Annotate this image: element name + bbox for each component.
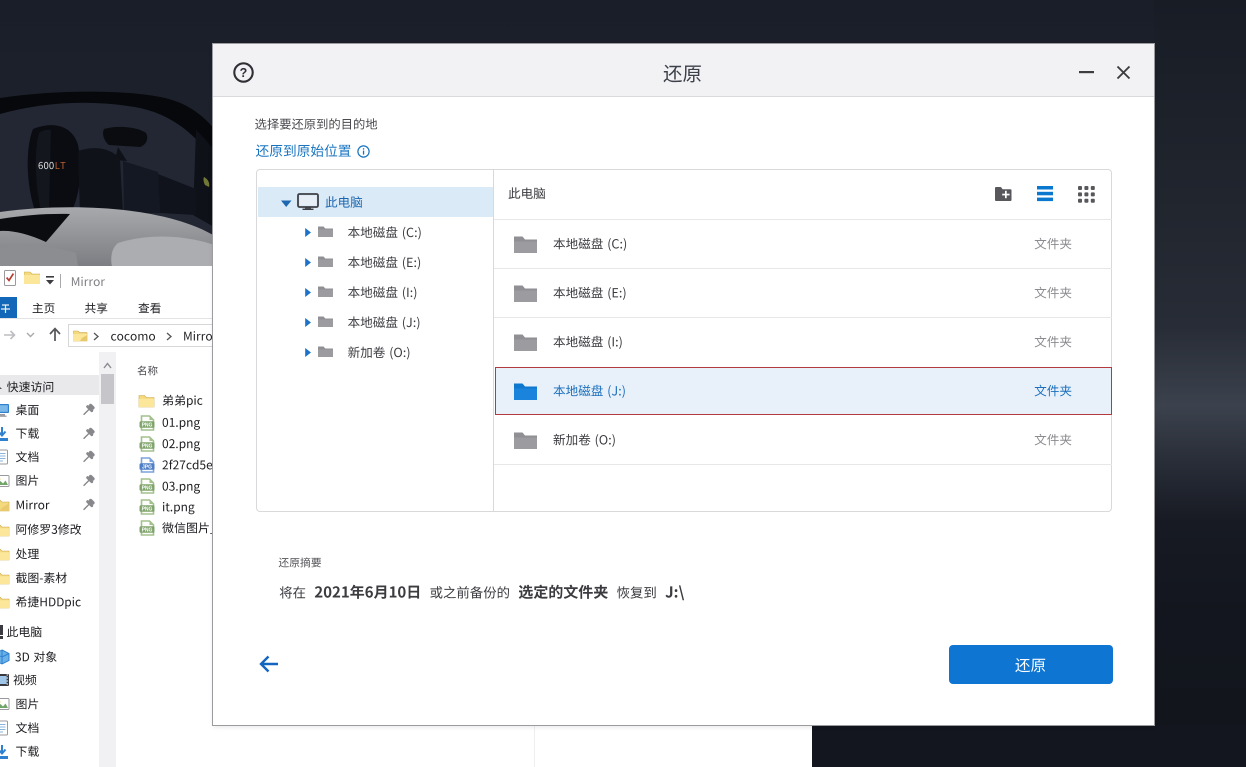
svg-text:PNG: PNG [142, 506, 153, 512]
svg-text:JPG: JPG [142, 464, 152, 470]
svg-text:PNG: PNG [142, 486, 153, 492]
svg-text:?: ? [240, 66, 248, 80]
svg-text:PNG: PNG [142, 443, 153, 449]
svg-text:PNG: PNG [142, 422, 153, 428]
svg-text:PNG: PNG [142, 527, 153, 533]
